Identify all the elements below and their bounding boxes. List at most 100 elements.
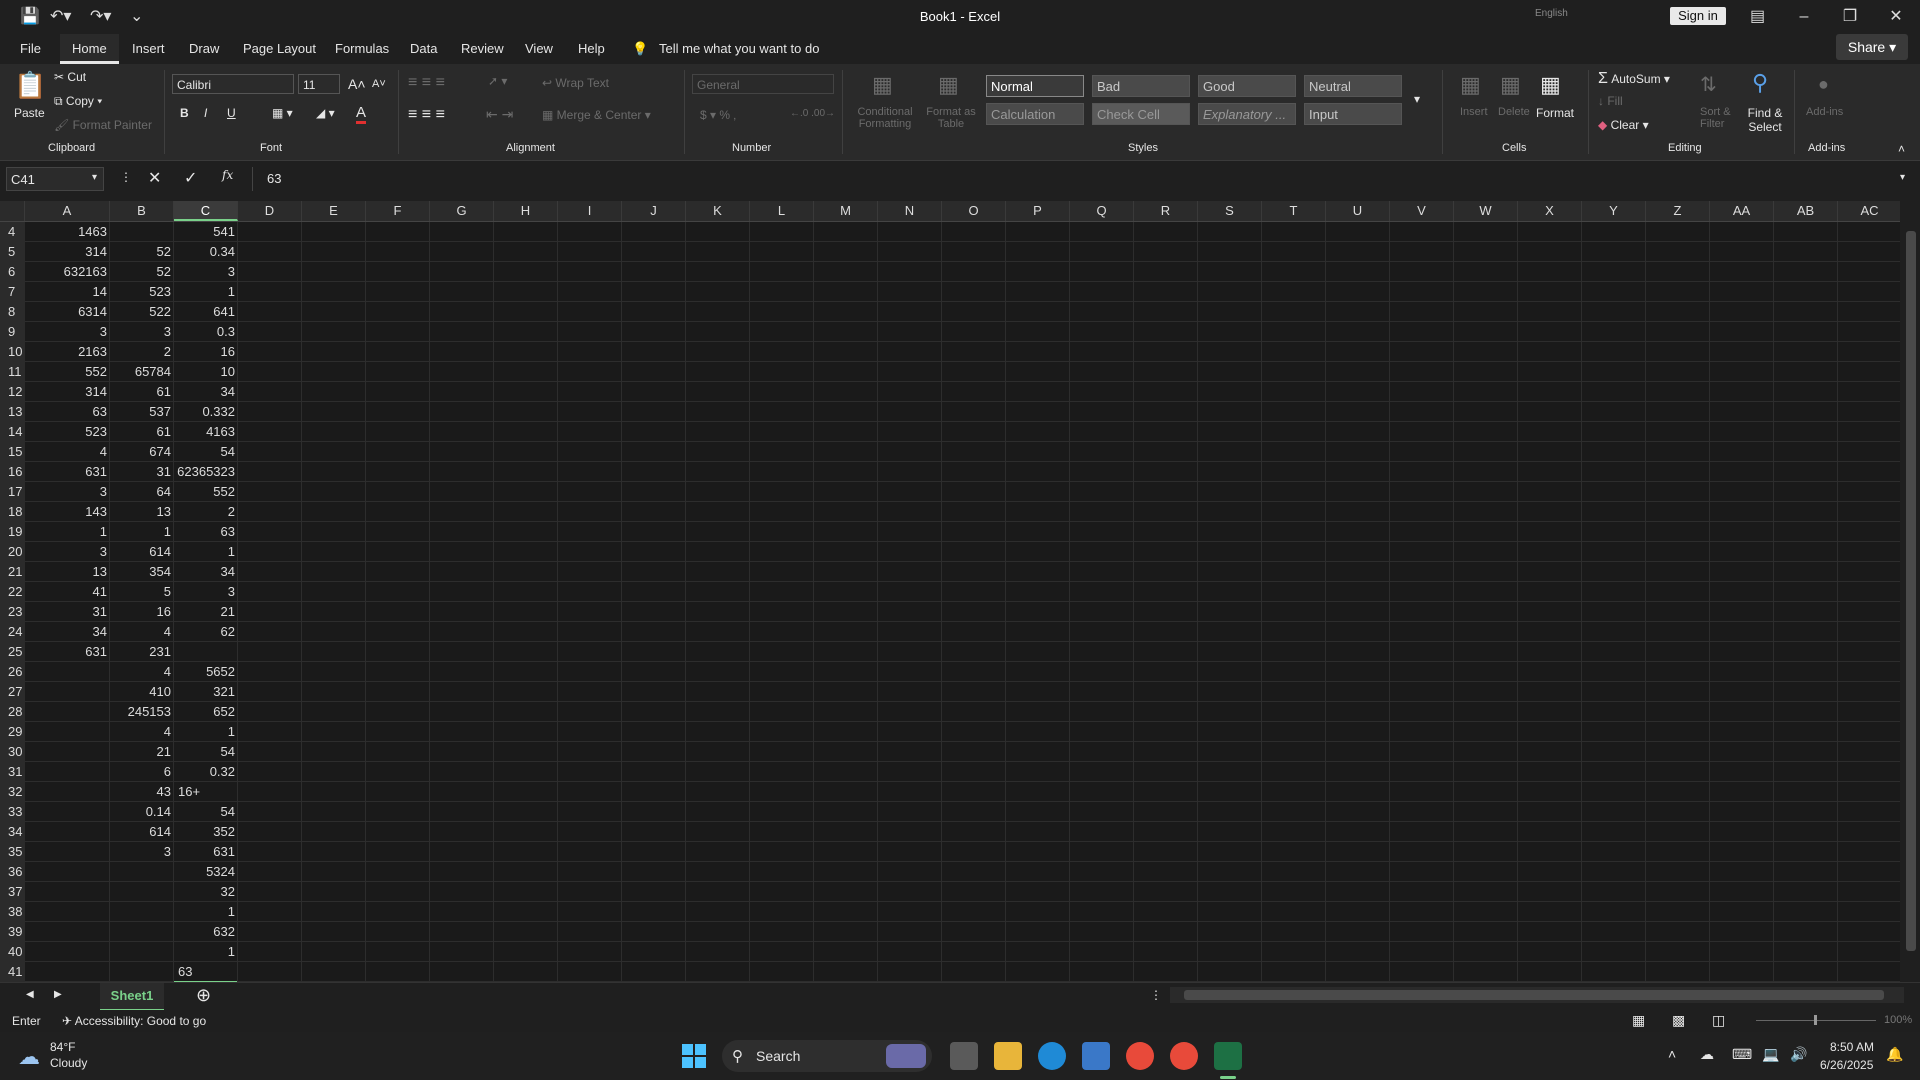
sheet-tab-sheet1[interactable]: Sheet1 (100, 983, 164, 1011)
orientation-icon[interactable]: ➚ ▾ (488, 74, 507, 88)
format-cells-button[interactable]: Format (1536, 106, 1574, 120)
cell-a24[interactable]: 34 (25, 622, 110, 642)
tab-data[interactable]: Data (410, 34, 437, 64)
cell-c25[interactable] (174, 642, 238, 662)
cell-a14[interactable]: 523 (25, 422, 110, 442)
cell-b4[interactable] (110, 222, 174, 242)
cell-a21[interactable]: 13 (25, 562, 110, 582)
insert-cells-button[interactable]: Insert (1460, 106, 1488, 118)
cell-a41[interactable] (25, 962, 110, 982)
row-header[interactable]: 21 (0, 562, 25, 582)
clear-button[interactable]: ◆ Clear ▾ (1598, 118, 1649, 132)
cell-c22[interactable]: 3 (174, 582, 238, 602)
tab-review[interactable]: Review (461, 34, 504, 64)
cell-a19[interactable]: 1 (25, 522, 110, 542)
cell-b18[interactable]: 13 (110, 502, 174, 522)
cell-a10[interactable]: 2163 (25, 342, 110, 362)
row-header[interactable]: 18 (0, 502, 25, 522)
cell-c32[interactable]: 16+ (174, 782, 238, 802)
align-top-icon[interactable]: ≡ ≡ ≡ (408, 74, 445, 92)
cell-c27[interactable]: 321 (174, 682, 238, 702)
cell-a13[interactable]: 63 (25, 402, 110, 422)
cell-a40[interactable] (25, 942, 110, 962)
add-sheet-icon[interactable]: ⊕ (196, 985, 211, 1006)
cell-a20[interactable]: 3 (25, 542, 110, 562)
cell-a15[interactable]: 4 (25, 442, 110, 462)
store-icon[interactable] (1082, 1042, 1110, 1070)
cell-c38[interactable]: 1 (174, 902, 238, 922)
cell-b24[interactable]: 4 (110, 622, 174, 642)
formula-input[interactable]: 63 (252, 167, 1907, 191)
cell-b11[interactable]: 65784 (110, 362, 174, 382)
column-header-n[interactable]: N (878, 201, 942, 221)
row-header[interactable]: 36 (0, 862, 25, 882)
cell-c30[interactable]: 54 (174, 742, 238, 762)
addins-button[interactable]: Add-ins (1806, 106, 1843, 118)
tab-file[interactable]: File (20, 34, 41, 64)
cell-a12[interactable]: 314 (25, 382, 110, 402)
row-header[interactable]: 10 (0, 342, 25, 362)
addins-icon[interactable]: ● (1818, 74, 1829, 95)
style-check-cell[interactable]: Check Cell (1092, 103, 1190, 125)
font-name-select[interactable]: Calibri (172, 74, 294, 94)
name-box-dropdown-icon[interactable]: ▾ (92, 172, 97, 183)
cell-a28[interactable] (25, 702, 110, 722)
column-header-m[interactable]: M (814, 201, 878, 221)
cell-c39[interactable]: 632 (174, 922, 238, 942)
ribbon-display-icon[interactable]: ▤ (1750, 6, 1765, 26)
tab-home[interactable]: Home (60, 34, 119, 64)
cell-b23[interactable]: 16 (110, 602, 174, 622)
cell-a29[interactable] (25, 722, 110, 742)
fill-color-icon[interactable]: ◢ ▾ (316, 106, 335, 120)
cell-b40[interactable] (110, 942, 174, 962)
row-header[interactable]: 20 (0, 542, 25, 562)
cell-b12[interactable]: 61 (110, 382, 174, 402)
tab-draw[interactable]: Draw (189, 34, 219, 64)
cancel-icon[interactable]: ✕ (148, 168, 161, 188)
cell-b15[interactable]: 674 (110, 442, 174, 462)
row-header[interactable]: 9 (0, 322, 25, 342)
cell-c29[interactable]: 1 (174, 722, 238, 742)
chrome-icon[interactable] (1126, 1042, 1154, 1070)
cell-c12[interactable]: 34 (174, 382, 238, 402)
horizontal-scrollbar[interactable] (1170, 987, 1904, 1003)
column-header-j[interactable]: J (622, 201, 686, 221)
column-header-c[interactable]: C (174, 201, 238, 221)
cell-a23[interactable]: 31 (25, 602, 110, 622)
column-header-a[interactable]: A (25, 201, 110, 221)
cell-c40[interactable]: 1 (174, 942, 238, 962)
cell-c17[interactable]: 552 (174, 482, 238, 502)
cell-b36[interactable] (110, 862, 174, 882)
row-header[interactable]: 11 (0, 362, 25, 382)
accessibility-status[interactable]: ✈ Accessibility: Good to go (62, 1014, 206, 1028)
zoom-level[interactable]: 100% (1884, 1014, 1912, 1026)
tab-page-layout[interactable]: Page Layout (243, 34, 316, 64)
cell-b7[interactable]: 523 (110, 282, 174, 302)
cell-a8[interactable]: 6314 (25, 302, 110, 322)
cell-a22[interactable]: 41 (25, 582, 110, 602)
row-header[interactable]: 13 (0, 402, 25, 422)
column-header-ac[interactable]: AC (1838, 201, 1900, 221)
row-header[interactable]: 8 (0, 302, 25, 322)
indent-icon[interactable]: ⇤ ⇥ (486, 106, 513, 123)
column-header-i[interactable]: I (558, 201, 622, 221)
align-left-icon[interactable]: ≡ ≡ ≡ (408, 106, 445, 124)
cell-a4[interactable]: 1463 (25, 222, 110, 242)
keyboard-icon[interactable]: ⌨ (1732, 1046, 1752, 1063)
next-sheet-icon[interactable]: ▶ (54, 989, 62, 1000)
cell-a36[interactable] (25, 862, 110, 882)
row-header[interactable]: 32 (0, 782, 25, 802)
cell-c23[interactable]: 21 (174, 602, 238, 622)
tray-overflow-icon[interactable]: ˄ (1668, 1046, 1676, 1062)
cell-c13[interactable]: 0.332 (174, 402, 238, 422)
cell-b38[interactable] (110, 902, 174, 922)
cell-b37[interactable] (110, 882, 174, 902)
column-header-f[interactable]: F (366, 201, 430, 221)
wrap-text-button[interactable]: ↩ Wrap Text (542, 76, 609, 90)
cell-c14[interactable]: 4163 (174, 422, 238, 442)
format-painter-button[interactable]: 🖌 Format Painter (54, 118, 152, 132)
row-header[interactable]: 22 (0, 582, 25, 602)
cell-c20[interactable]: 1 (174, 542, 238, 562)
taskbar-search[interactable]: ⚲ Search (722, 1040, 932, 1072)
find-select-button[interactable]: Find & Select (1740, 106, 1790, 134)
